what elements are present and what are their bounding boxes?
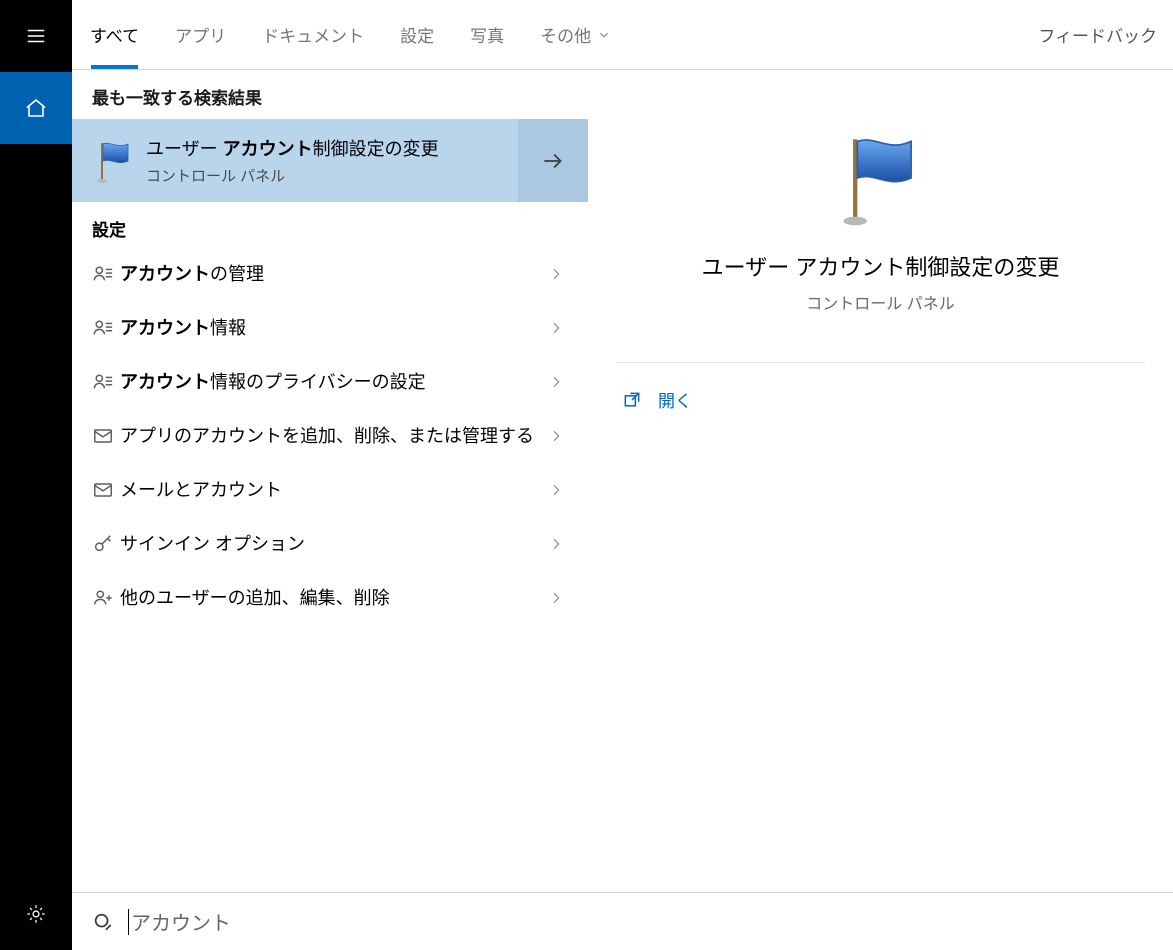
result-label: 他のユーザーの追加、編集、削除	[120, 585, 548, 611]
result-label: アカウントの管理	[120, 261, 548, 287]
result-item-account-manage[interactable]: アカウントの管理	[72, 247, 588, 301]
tabs-row: すべて アプリ ドキュメント 設定 写真 その他 フィードバック	[72, 0, 1173, 70]
chevron-right-icon	[548, 266, 572, 282]
result-label: アプリのアカウントを追加、削除、または管理する	[120, 423, 548, 449]
best-match-title: ユーザー アカウント制御設定の変更	[146, 135, 439, 161]
tab-all[interactable]: すべて	[72, 0, 157, 69]
tab-documents[interactable]: ドキュメント	[244, 0, 382, 69]
feedback-label: フィードバック	[1038, 27, 1157, 46]
user-add-icon	[92, 587, 120, 609]
detail-subtitle: コントロール パネル	[806, 290, 954, 314]
result-label: サインイン オプション	[120, 531, 548, 557]
detail-panel: ユーザー アカウント制御設定の変更 コントロール パネル 開く	[588, 70, 1173, 892]
flag-icon	[838, 130, 924, 226]
chevron-right-icon	[548, 428, 572, 444]
tab-label: アプリ	[175, 22, 226, 47]
result-label: アカウント情報のプライバシーの設定	[120, 369, 548, 395]
tab-label: すべて	[90, 22, 139, 47]
chevron-right-icon	[548, 536, 572, 552]
best-match-row: ユーザー アカウント制御設定の変更 コントロール パネル	[72, 119, 588, 202]
tabs: すべて アプリ ドキュメント 設定 写真 その他	[72, 0, 629, 69]
best-match-subtitle: コントロール パネル	[146, 165, 439, 186]
chevron-right-icon	[548, 374, 572, 390]
result-item-app-accounts[interactable]: アプリのアカウントを追加、削除、または管理する	[72, 409, 588, 463]
flag-icon	[92, 139, 136, 183]
feedback-link[interactable]: フィードバック	[1038, 22, 1165, 47]
results-panel: 最も一致する検索結果	[72, 70, 588, 892]
open-label: 開く	[658, 387, 692, 412]
key-icon	[92, 533, 120, 555]
user-list-icon	[92, 263, 120, 285]
home-icon	[24, 96, 48, 120]
chevron-right-icon	[548, 590, 572, 606]
user-list-icon	[92, 371, 120, 393]
search-bar[interactable]	[72, 892, 1173, 950]
result-label: アカウント情報	[120, 315, 548, 341]
result-item-mail-accounts[interactable]: メールとアカウント	[72, 463, 588, 517]
result-item-signin-options[interactable]: サインイン オプション	[72, 517, 588, 571]
user-list-icon	[92, 317, 120, 339]
arrow-right-icon	[540, 148, 566, 174]
chevron-down-icon	[597, 28, 611, 42]
best-match-expand-button[interactable]	[518, 119, 588, 202]
settings-heading: 設定	[72, 202, 588, 247]
result-item-account-privacy[interactable]: アカウント情報のプライバシーの設定	[72, 355, 588, 409]
search-input[interactable]	[131, 910, 1153, 933]
tab-label: 設定	[400, 22, 434, 47]
chevron-right-icon	[548, 482, 572, 498]
hamburger-icon	[25, 25, 47, 47]
home-button[interactable]	[0, 72, 72, 144]
search-icon	[92, 911, 114, 933]
tab-label: ドキュメント	[262, 22, 364, 47]
chevron-right-icon	[548, 320, 572, 336]
left-rail	[0, 0, 72, 950]
tab-more[interactable]: その他	[522, 0, 629, 69]
open-action[interactable]: 開く	[616, 387, 1145, 412]
mail-icon	[92, 425, 120, 447]
open-icon	[622, 390, 642, 410]
settings-button[interactable]	[0, 878, 72, 950]
tab-label: 写真	[470, 22, 504, 47]
text-caret	[128, 909, 129, 935]
tab-settings[interactable]: 設定	[382, 0, 452, 69]
best-match-heading: 最も一致する検索結果	[72, 70, 588, 119]
tab-photos[interactable]: 写真	[452, 0, 522, 69]
gear-icon	[25, 903, 47, 925]
best-match-item[interactable]: ユーザー アカウント制御設定の変更 コントロール パネル	[72, 119, 518, 202]
menu-button[interactable]	[0, 0, 72, 72]
tab-apps[interactable]: アプリ	[157, 0, 244, 69]
tab-label: その他	[540, 22, 591, 47]
result-label: メールとアカウント	[120, 477, 548, 503]
detail-title: ユーザー アカウント制御設定の変更	[702, 250, 1060, 282]
result-item-other-users[interactable]: 他のユーザーの追加、編集、削除	[72, 571, 588, 625]
result-item-account-info[interactable]: アカウント情報	[72, 301, 588, 355]
mail-icon	[92, 479, 120, 501]
